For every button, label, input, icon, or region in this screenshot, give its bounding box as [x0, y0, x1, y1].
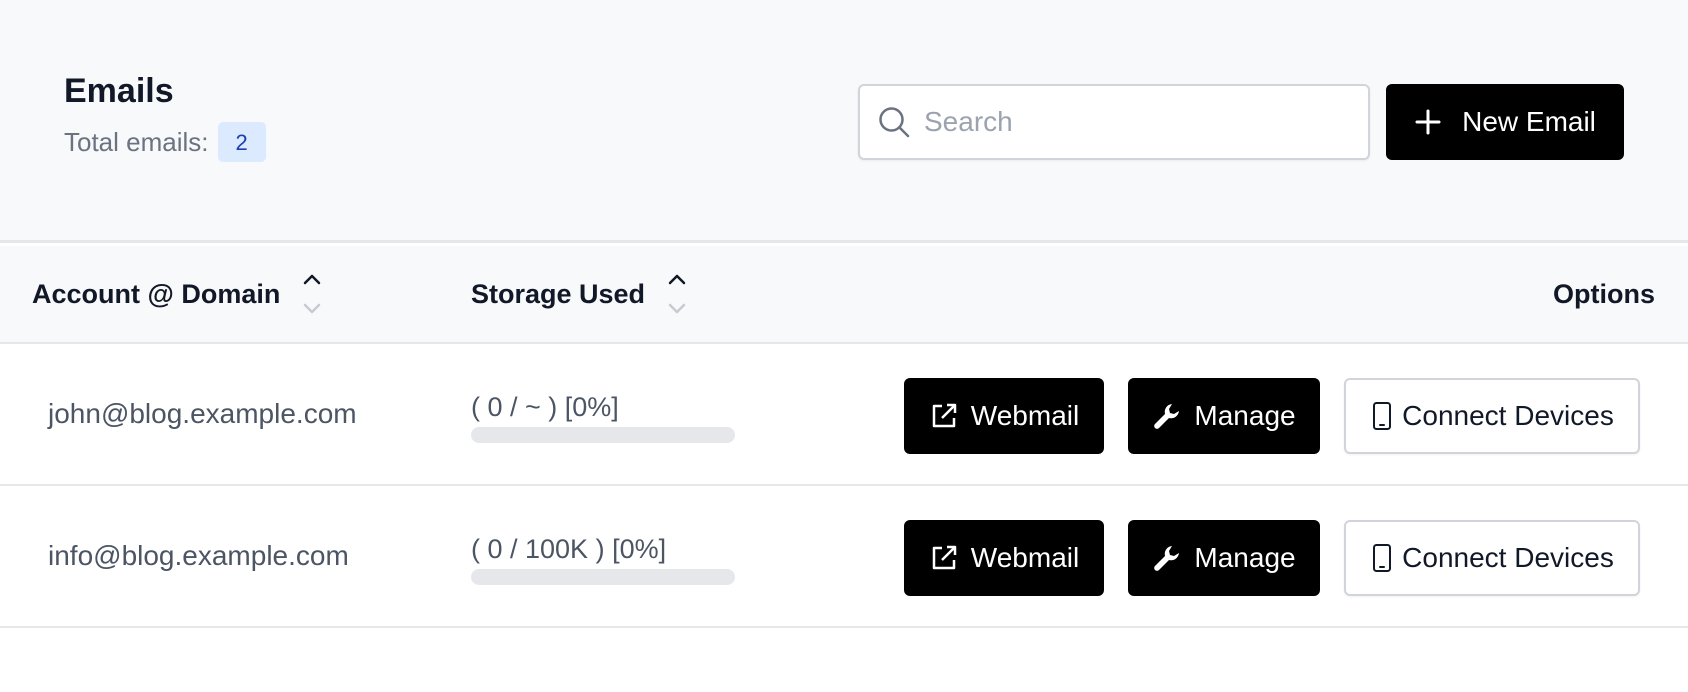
manage-button-label: Manage	[1194, 400, 1296, 431]
storage-cell: ( 0 / ~ ) [0%]	[471, 392, 735, 443]
total-emails-count-badge: 2	[217, 122, 266, 162]
page-header: Emails Total emails: 2 New Email	[0, 0, 1688, 243]
search-box[interactable]	[858, 84, 1370, 160]
storage-cell: ( 0 / 100K ) [0%]	[471, 534, 735, 585]
wrench-icon	[1152, 401, 1182, 431]
sort-icon[interactable]	[302, 271, 322, 317]
external-link-icon	[929, 401, 959, 431]
storage-progress-bar	[471, 569, 735, 585]
email-address: john@blog.example.com	[48, 398, 357, 429]
search-input[interactable]	[924, 106, 1344, 138]
table-header: Account @ Domain Storage Used Options	[0, 246, 1688, 344]
table-row: info@blog.example.com ( 0 / 100K ) [0%] …	[0, 486, 1688, 628]
column-header-account[interactable]: Account @ Domain	[32, 246, 322, 342]
column-header-storage-label: Storage Used	[471, 278, 646, 309]
plus-icon	[1414, 108, 1442, 136]
column-header-account-label: Account @ Domain	[32, 278, 281, 309]
search-icon	[878, 106, 910, 138]
manage-button[interactable]: Manage	[1128, 520, 1320, 596]
webmail-button[interactable]: Webmail	[904, 378, 1104, 454]
storage-text: ( 0 / 100K ) [0%]	[471, 534, 667, 564]
page-title: Emails	[64, 72, 174, 110]
new-email-button[interactable]: New Email	[1386, 84, 1624, 160]
new-email-button-label: New Email	[1462, 106, 1596, 137]
external-link-icon	[929, 543, 959, 573]
manage-button[interactable]: Manage	[1128, 378, 1320, 454]
column-header-options: Options	[1553, 278, 1655, 309]
storage-progress-bar	[471, 427, 735, 443]
connect-devices-button[interactable]: Connect Devices	[1344, 520, 1640, 596]
mobile-phone-icon	[1370, 401, 1394, 431]
table-row: john@blog.example.com ( 0 / ~ ) [0%] Web…	[0, 344, 1688, 486]
connect-devices-button-label: Connect Devices	[1402, 400, 1614, 431]
wrench-icon	[1152, 543, 1182, 573]
mobile-phone-icon	[1370, 543, 1394, 573]
webmail-button[interactable]: Webmail	[904, 520, 1104, 596]
total-emails-label: Total emails:	[64, 126, 209, 157]
sort-icon[interactable]	[667, 271, 687, 317]
storage-text: ( 0 / ~ ) [0%]	[471, 392, 619, 422]
webmail-button-label: Webmail	[970, 542, 1080, 573]
column-header-storage[interactable]: Storage Used	[471, 246, 687, 342]
total-emails: Total emails: 2	[64, 122, 266, 162]
webmail-button-label: Webmail	[970, 400, 1080, 431]
connect-devices-button-label: Connect Devices	[1402, 542, 1614, 573]
email-address: info@blog.example.com	[48, 540, 349, 571]
manage-button-label: Manage	[1194, 542, 1296, 573]
connect-devices-button[interactable]: Connect Devices	[1344, 378, 1640, 454]
